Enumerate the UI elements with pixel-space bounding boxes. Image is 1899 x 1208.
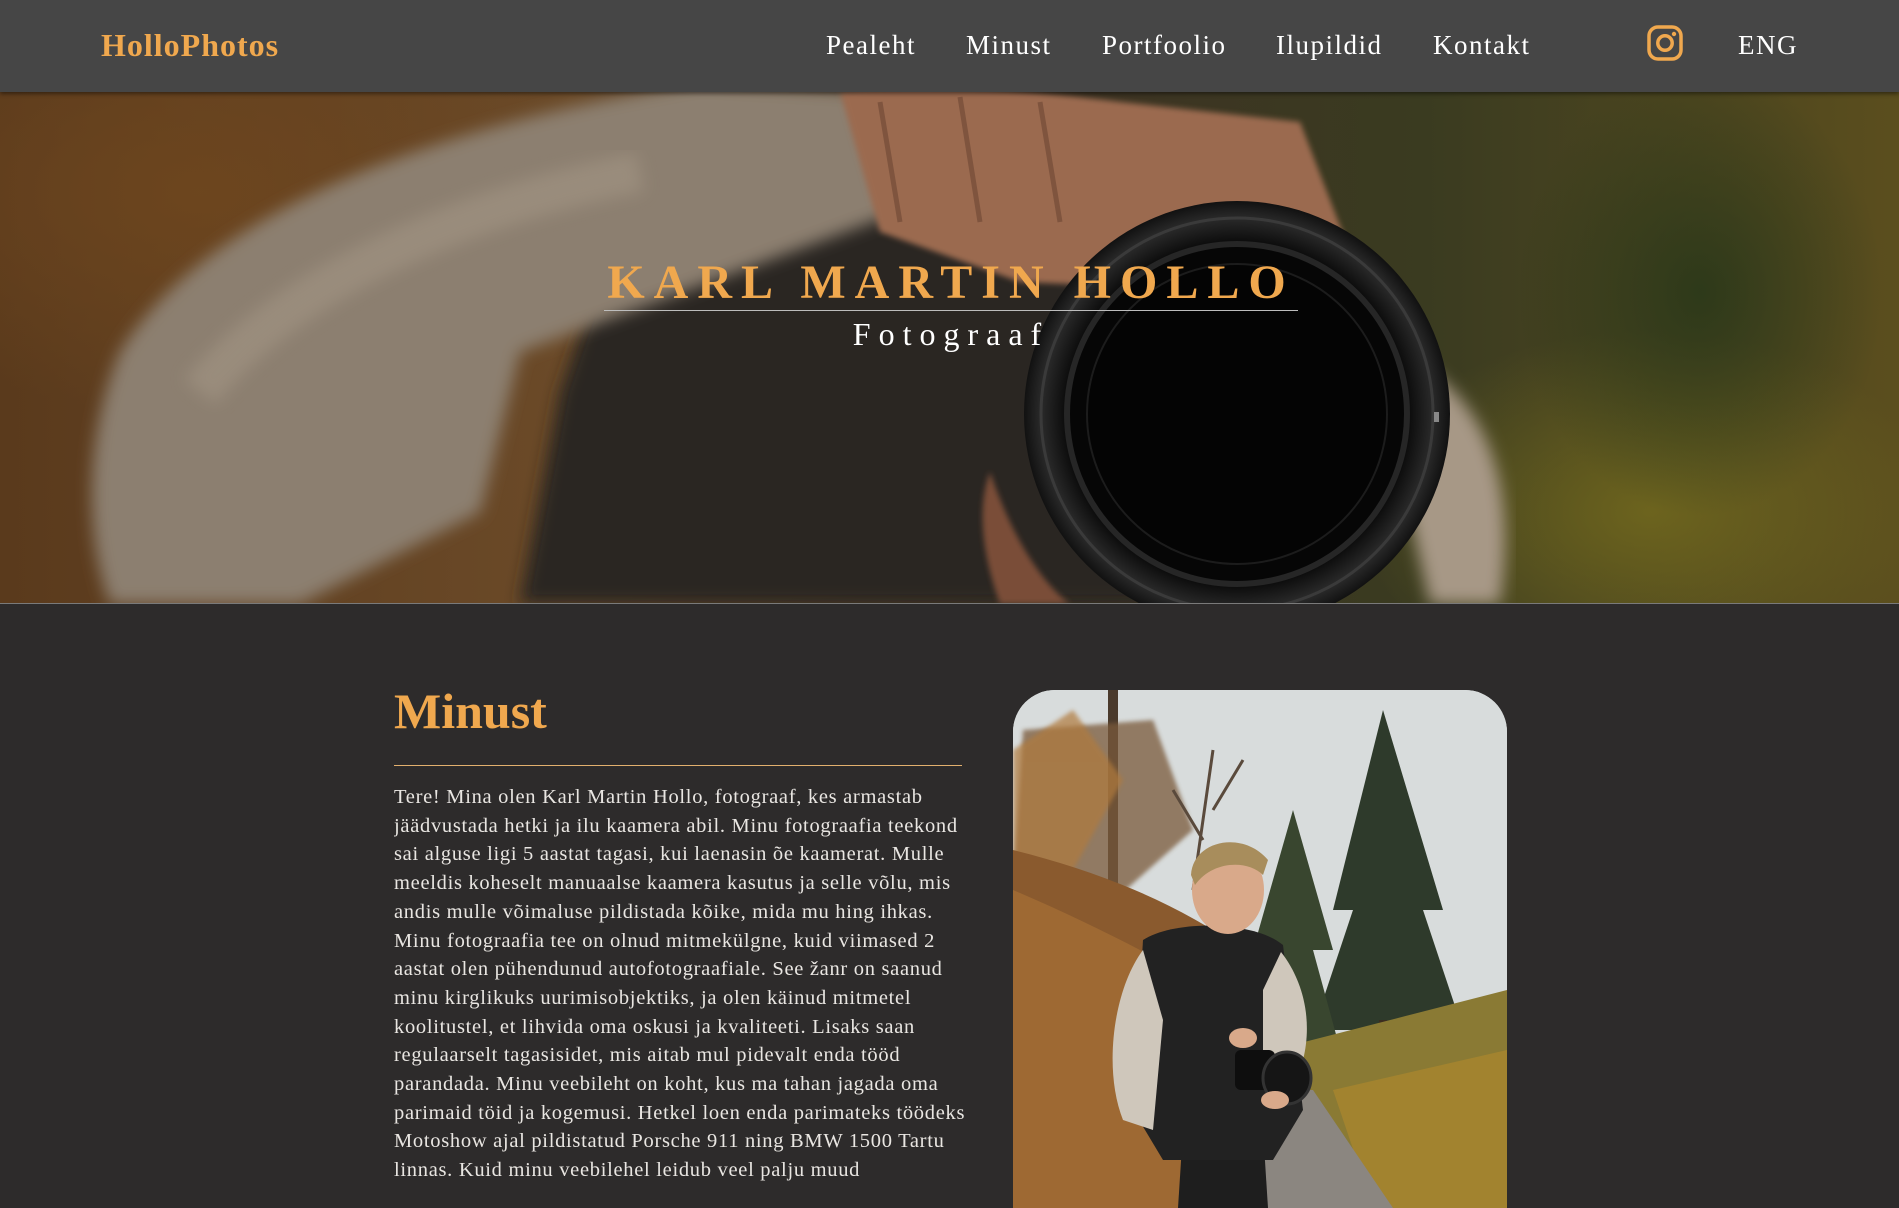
- language-switch[interactable]: ENG: [1738, 30, 1798, 61]
- hero-banner: KARL MARTIN HOLLO Fotograaf: [0, 92, 1899, 604]
- hero-title: KARL MARTIN HOLLO: [607, 256, 1295, 309]
- nav-item-ilupildid[interactable]: Ilupildid: [1276, 30, 1383, 61]
- hero-subtitle: Fotograaf: [852, 316, 1050, 352]
- about-heading: Minust: [394, 683, 547, 739]
- hero-divider: [604, 310, 1298, 311]
- about-divider: [394, 765, 962, 766]
- top-navbar: HolloPhotos Pealeht Minust Portfoolio Il…: [0, 0, 1899, 92]
- site-logo[interactable]: HolloPhotos: [101, 27, 279, 64]
- nav-item-pealeht[interactable]: Pealeht: [826, 30, 916, 61]
- portrait-photo: [1013, 690, 1507, 1208]
- nav-item-kontakt[interactable]: Kontakt: [1433, 30, 1531, 61]
- instagram-icon[interactable]: [1647, 25, 1683, 61]
- about-body-text: Tere! Mina olen Karl Martin Hollo, fotog…: [394, 786, 966, 1182]
- photographer-portrait: [1013, 690, 1507, 1208]
- nav-item-portfoolio[interactable]: Portfoolio: [1102, 30, 1227, 61]
- nav-item-minust[interactable]: Minust: [966, 30, 1052, 61]
- hero-bottom-border: [0, 603, 1899, 604]
